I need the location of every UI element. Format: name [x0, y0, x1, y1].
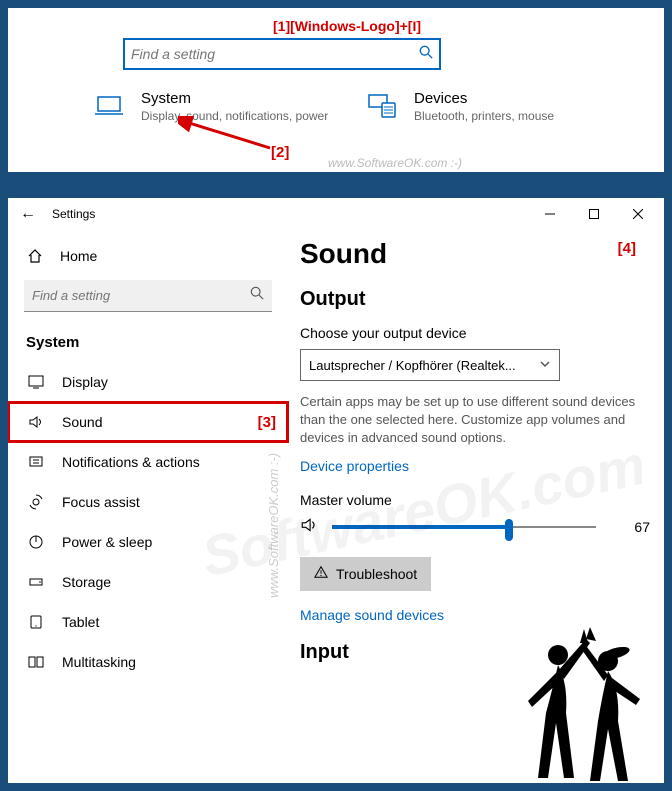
display-icon [26, 374, 46, 390]
decorative-silhouette [508, 613, 658, 783]
dropdown-value: Lautsprecher / Kopfhörer (Realtek... [309, 358, 516, 373]
speaker-icon [300, 516, 318, 539]
output-description: Certain apps may be set up to use differ… [300, 393, 650, 448]
sidebar-home-label: Home [60, 248, 97, 264]
sidebar-item-label: Storage [62, 574, 111, 590]
annotation-3: [3] [258, 414, 276, 431]
device-properties-link[interactable]: Device properties [300, 458, 650, 474]
window-titlebar: ← Settings [8, 198, 664, 230]
annotation-4: [4] [618, 240, 636, 257]
tablet-icon [26, 614, 46, 630]
settings-search-box[interactable] [123, 38, 441, 70]
volume-slider[interactable] [332, 517, 596, 537]
chevron-down-icon [539, 358, 551, 373]
category-devices[interactable]: Devices Bluetooth, printers, mouse [364, 90, 614, 126]
focus-icon [26, 494, 46, 510]
minimize-button[interactable] [528, 200, 572, 228]
annotation-1: [1][Windows-Logo]+[I] [273, 18, 421, 34]
section-output: Output [300, 288, 650, 311]
sidebar-item-label: Notifications & actions [62, 454, 200, 470]
slider-thumb[interactable] [505, 519, 513, 541]
settings-home-panel: [1][Windows-Logo]+[I] System Display, so… [8, 8, 664, 172]
back-button[interactable]: ← [20, 205, 36, 223]
category-title: System [141, 90, 328, 107]
multitasking-icon [26, 654, 46, 670]
search-icon [250, 286, 264, 305]
sidebar-item-tablet[interactable]: Tablet [8, 602, 288, 642]
sound-icon [26, 414, 46, 430]
sidebar-search[interactable] [24, 280, 272, 312]
sidebar-item-focus[interactable]: Focus assist [8, 482, 288, 522]
page-title: Sound [300, 238, 650, 270]
sidebar-item-label: Focus assist [62, 494, 140, 510]
sidebar-item-display[interactable]: Display [8, 362, 288, 402]
watermark-text: www.SoftwareOK.com :-) [328, 156, 462, 170]
annotation-arrow [178, 116, 278, 156]
watermark-vertical: www.SoftwareOK.com :-) [266, 453, 281, 598]
settings-window: ← Settings Home System [8, 198, 664, 783]
category-title: Devices [414, 90, 554, 107]
sidebar: Home System Display Sound [3] Notificati… [8, 230, 288, 783]
sidebar-home[interactable]: Home [8, 236, 288, 276]
power-icon [26, 534, 46, 550]
storage-icon [26, 574, 46, 590]
sidebar-item-notifications[interactable]: Notifications & actions [8, 442, 288, 482]
sidebar-item-label: Tablet [62, 614, 99, 630]
laptop-icon [91, 90, 127, 126]
sidebar-header: System [8, 322, 288, 362]
sidebar-item-label: Power & sleep [62, 534, 152, 550]
window-title: Settings [52, 207, 95, 221]
annotation-2: [2] [271, 144, 289, 161]
sidebar-item-multitasking[interactable]: Multitasking [8, 642, 288, 682]
category-subtitle: Bluetooth, printers, mouse [414, 109, 554, 125]
sidebar-item-power[interactable]: Power & sleep [8, 522, 288, 562]
main-content: [4] Sound Output Choose your output devi… [288, 230, 664, 783]
output-device-label: Choose your output device [300, 325, 650, 341]
sidebar-item-label: Display [62, 374, 108, 390]
devices-icon [364, 90, 400, 126]
maximize-button[interactable] [572, 200, 616, 228]
notifications-icon [26, 454, 46, 470]
search-icon [419, 45, 433, 64]
volume-value: 67 [610, 519, 650, 535]
warning-icon [314, 565, 328, 582]
sidebar-item-sound[interactable]: Sound [3] [8, 402, 288, 442]
close-button[interactable] [616, 200, 660, 228]
output-device-dropdown[interactable]: Lautsprecher / Kopfhörer (Realtek... [300, 349, 560, 381]
troubleshoot-button[interactable]: Troubleshoot [300, 557, 431, 591]
sidebar-item-label: Multitasking [62, 654, 136, 670]
home-icon [26, 248, 44, 264]
sidebar-item-label: Sound [62, 414, 102, 430]
settings-search-input[interactable] [131, 46, 419, 62]
master-volume-label: Master volume [300, 492, 650, 508]
sidebar-search-input[interactable] [32, 288, 250, 303]
sidebar-item-storage[interactable]: Storage [8, 562, 288, 602]
